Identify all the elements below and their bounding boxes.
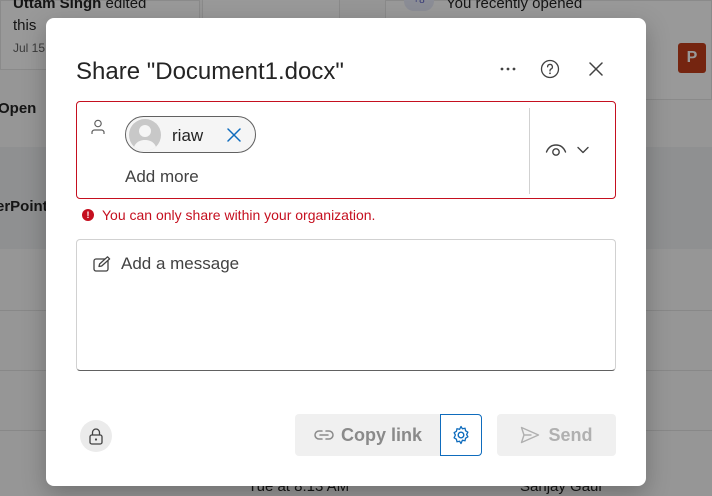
error-icon: ! xyxy=(82,209,94,221)
remove-recipient-button[interactable] xyxy=(224,125,244,145)
add-more-input[interactable] xyxy=(125,167,325,187)
dialog-title: Share "Document1.docx" xyxy=(76,58,344,85)
permission-dropdown[interactable] xyxy=(545,136,601,164)
copy-link-label: Copy link xyxy=(340,424,422,445)
send-label: Send xyxy=(548,424,593,445)
person-icon xyxy=(91,119,105,134)
help-button[interactable] xyxy=(536,55,564,83)
question-circle-icon xyxy=(540,59,560,79)
lock-icon xyxy=(89,428,103,445)
error-text: You can only share within your organizat… xyxy=(102,207,376,223)
edit-icon xyxy=(93,256,111,272)
close-button[interactable] xyxy=(582,55,610,83)
link-settings-lock-button[interactable] xyxy=(80,420,112,452)
link-icon xyxy=(314,430,334,440)
error-message: ! You can only share within your organiz… xyxy=(82,207,375,223)
more-options-button[interactable] xyxy=(494,55,522,83)
chevron-down-icon xyxy=(577,146,589,154)
gear-icon xyxy=(453,425,469,445)
more-horizontal-icon xyxy=(500,67,516,71)
send-icon xyxy=(521,426,540,444)
message-box[interactable] xyxy=(76,239,616,371)
recipient-picker[interactable]: riaw xyxy=(76,101,616,199)
link-settings-button[interactable] xyxy=(440,414,482,456)
avatar xyxy=(129,119,161,151)
eye-icon xyxy=(545,144,567,156)
divider xyxy=(529,108,530,194)
dismiss-icon xyxy=(227,128,241,142)
recipient-name: riaw xyxy=(172,126,204,145)
send-button[interactable]: Send xyxy=(497,414,616,456)
copy-link-button[interactable]: Copy link xyxy=(295,414,440,456)
message-input[interactable] xyxy=(121,254,601,274)
share-dialog: Share "Document1.docx" riaw ! You can on… xyxy=(46,18,646,486)
recipient-chip[interactable]: riaw xyxy=(125,116,256,153)
dismiss-icon xyxy=(589,62,603,76)
